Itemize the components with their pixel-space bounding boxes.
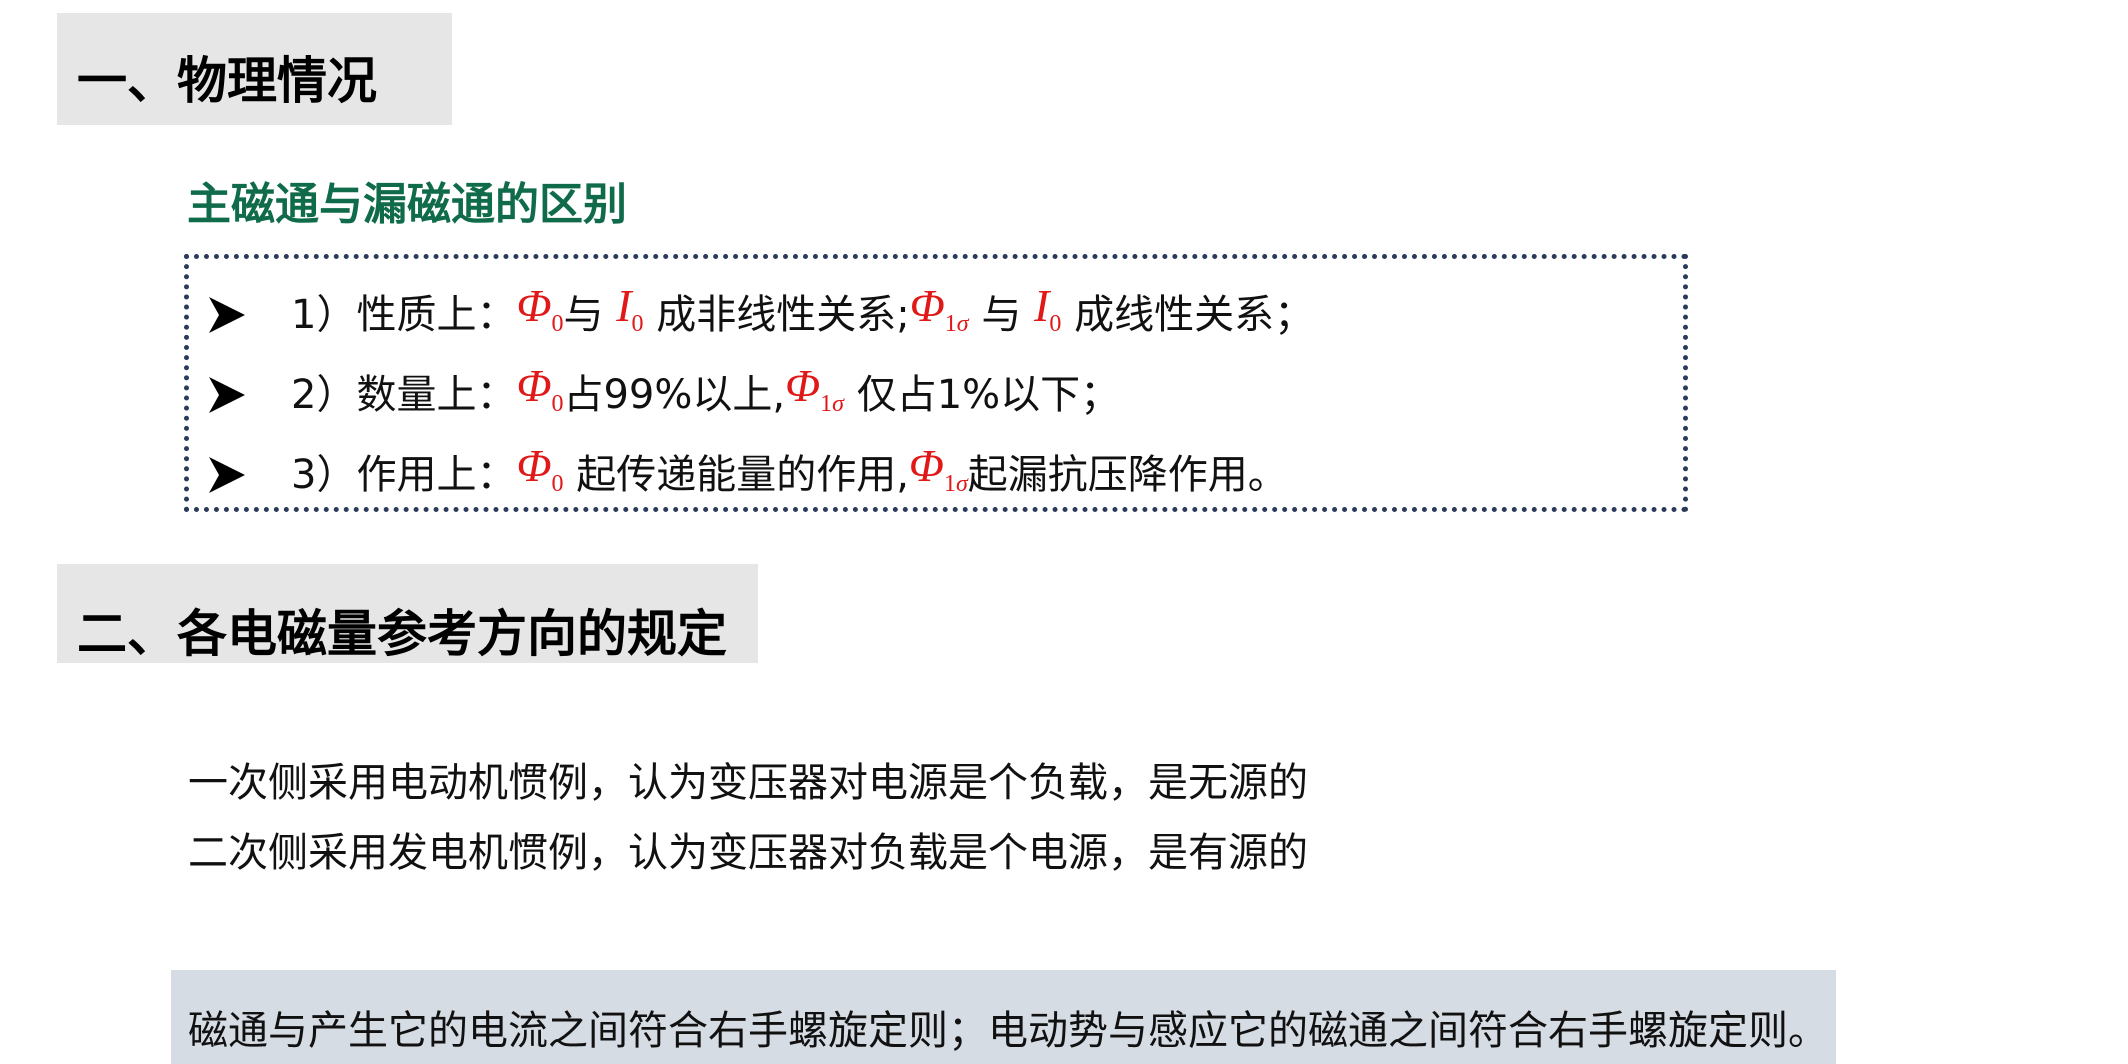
secondary-side-convention: 二次侧采用发电机惯例，认为变压器对负载是个电源，是有源的 (188, 830, 1308, 876)
bullet-prefix: 1）性质上： (291, 292, 517, 338)
bullet-item: 1）性质上：Φ0与 I0 成非线性关系;Φ1σ 与 I0 成线性关系； (205, 276, 1315, 338)
bullet-text: 起传递能量的作用, (563, 452, 909, 498)
section-1-header: 一、物理情况 (57, 13, 452, 125)
bullet-text: 起漏抗压降作用。 (967, 452, 1288, 498)
phi-0-symbol: Φ0 (516, 280, 564, 337)
phi-1-sigma-symbol: Φ1σ (785, 360, 844, 417)
bullet-text: 仅占1%以下； (843, 372, 1121, 418)
bullet-text: 成线性关系； (1061, 292, 1315, 338)
bullet-item: 3）作用上：Φ0 起传递能量的作用,Φ1σ起漏抗压降作用。 (205, 436, 1288, 498)
phi-0-symbol: Φ0 (516, 360, 564, 417)
phi-1-sigma-symbol: Φ1σ (909, 280, 969, 337)
section-2-header: 二、各电磁量参考方向的规定 (57, 564, 758, 663)
footer-note-box: 磁通与产生它的电流之间符合右手螺旋定则；电动势与感应它的磁通之间符合右手螺旋定则… (171, 970, 1836, 1064)
subtitle: 主磁通与漏磁通的区别 (187, 179, 627, 230)
bullet-text: 成非线性关系; (643, 292, 910, 338)
footer-note: 磁通与产生它的电流之间符合右手螺旋定则；电动势与感应它的磁通之间符合右手螺旋定则… (188, 1008, 1828, 1054)
i-0-symbol: I0 (1034, 280, 1062, 337)
arrow-bullet-icon (209, 457, 245, 493)
bullet-text: 与 (563, 292, 617, 338)
phi-0-symbol: Φ0 (516, 440, 564, 497)
bullet-prefix: 2）数量上： (291, 372, 517, 418)
bullet-text: 占99%以上, (563, 372, 786, 418)
i-0-symbol: I0 (616, 280, 644, 337)
arrow-bullet-icon (209, 297, 245, 333)
bullet-prefix: 3）作用上： (291, 452, 517, 498)
section-1-title: 一、物理情况 (77, 52, 377, 110)
arrow-bullet-icon (209, 377, 245, 413)
bullet-text: 与 (968, 292, 1035, 338)
primary-side-convention: 一次侧采用电动机惯例，认为变压器对电源是个负载，是无源的 (188, 760, 1308, 806)
section-2-title: 二、各电磁量参考方向的规定 (77, 605, 727, 663)
phi-1-sigma-symbol: Φ1σ (908, 440, 968, 497)
bullet-item: 2）数量上：Φ0占99%以上,Φ1σ 仅占1%以下； (205, 356, 1121, 418)
